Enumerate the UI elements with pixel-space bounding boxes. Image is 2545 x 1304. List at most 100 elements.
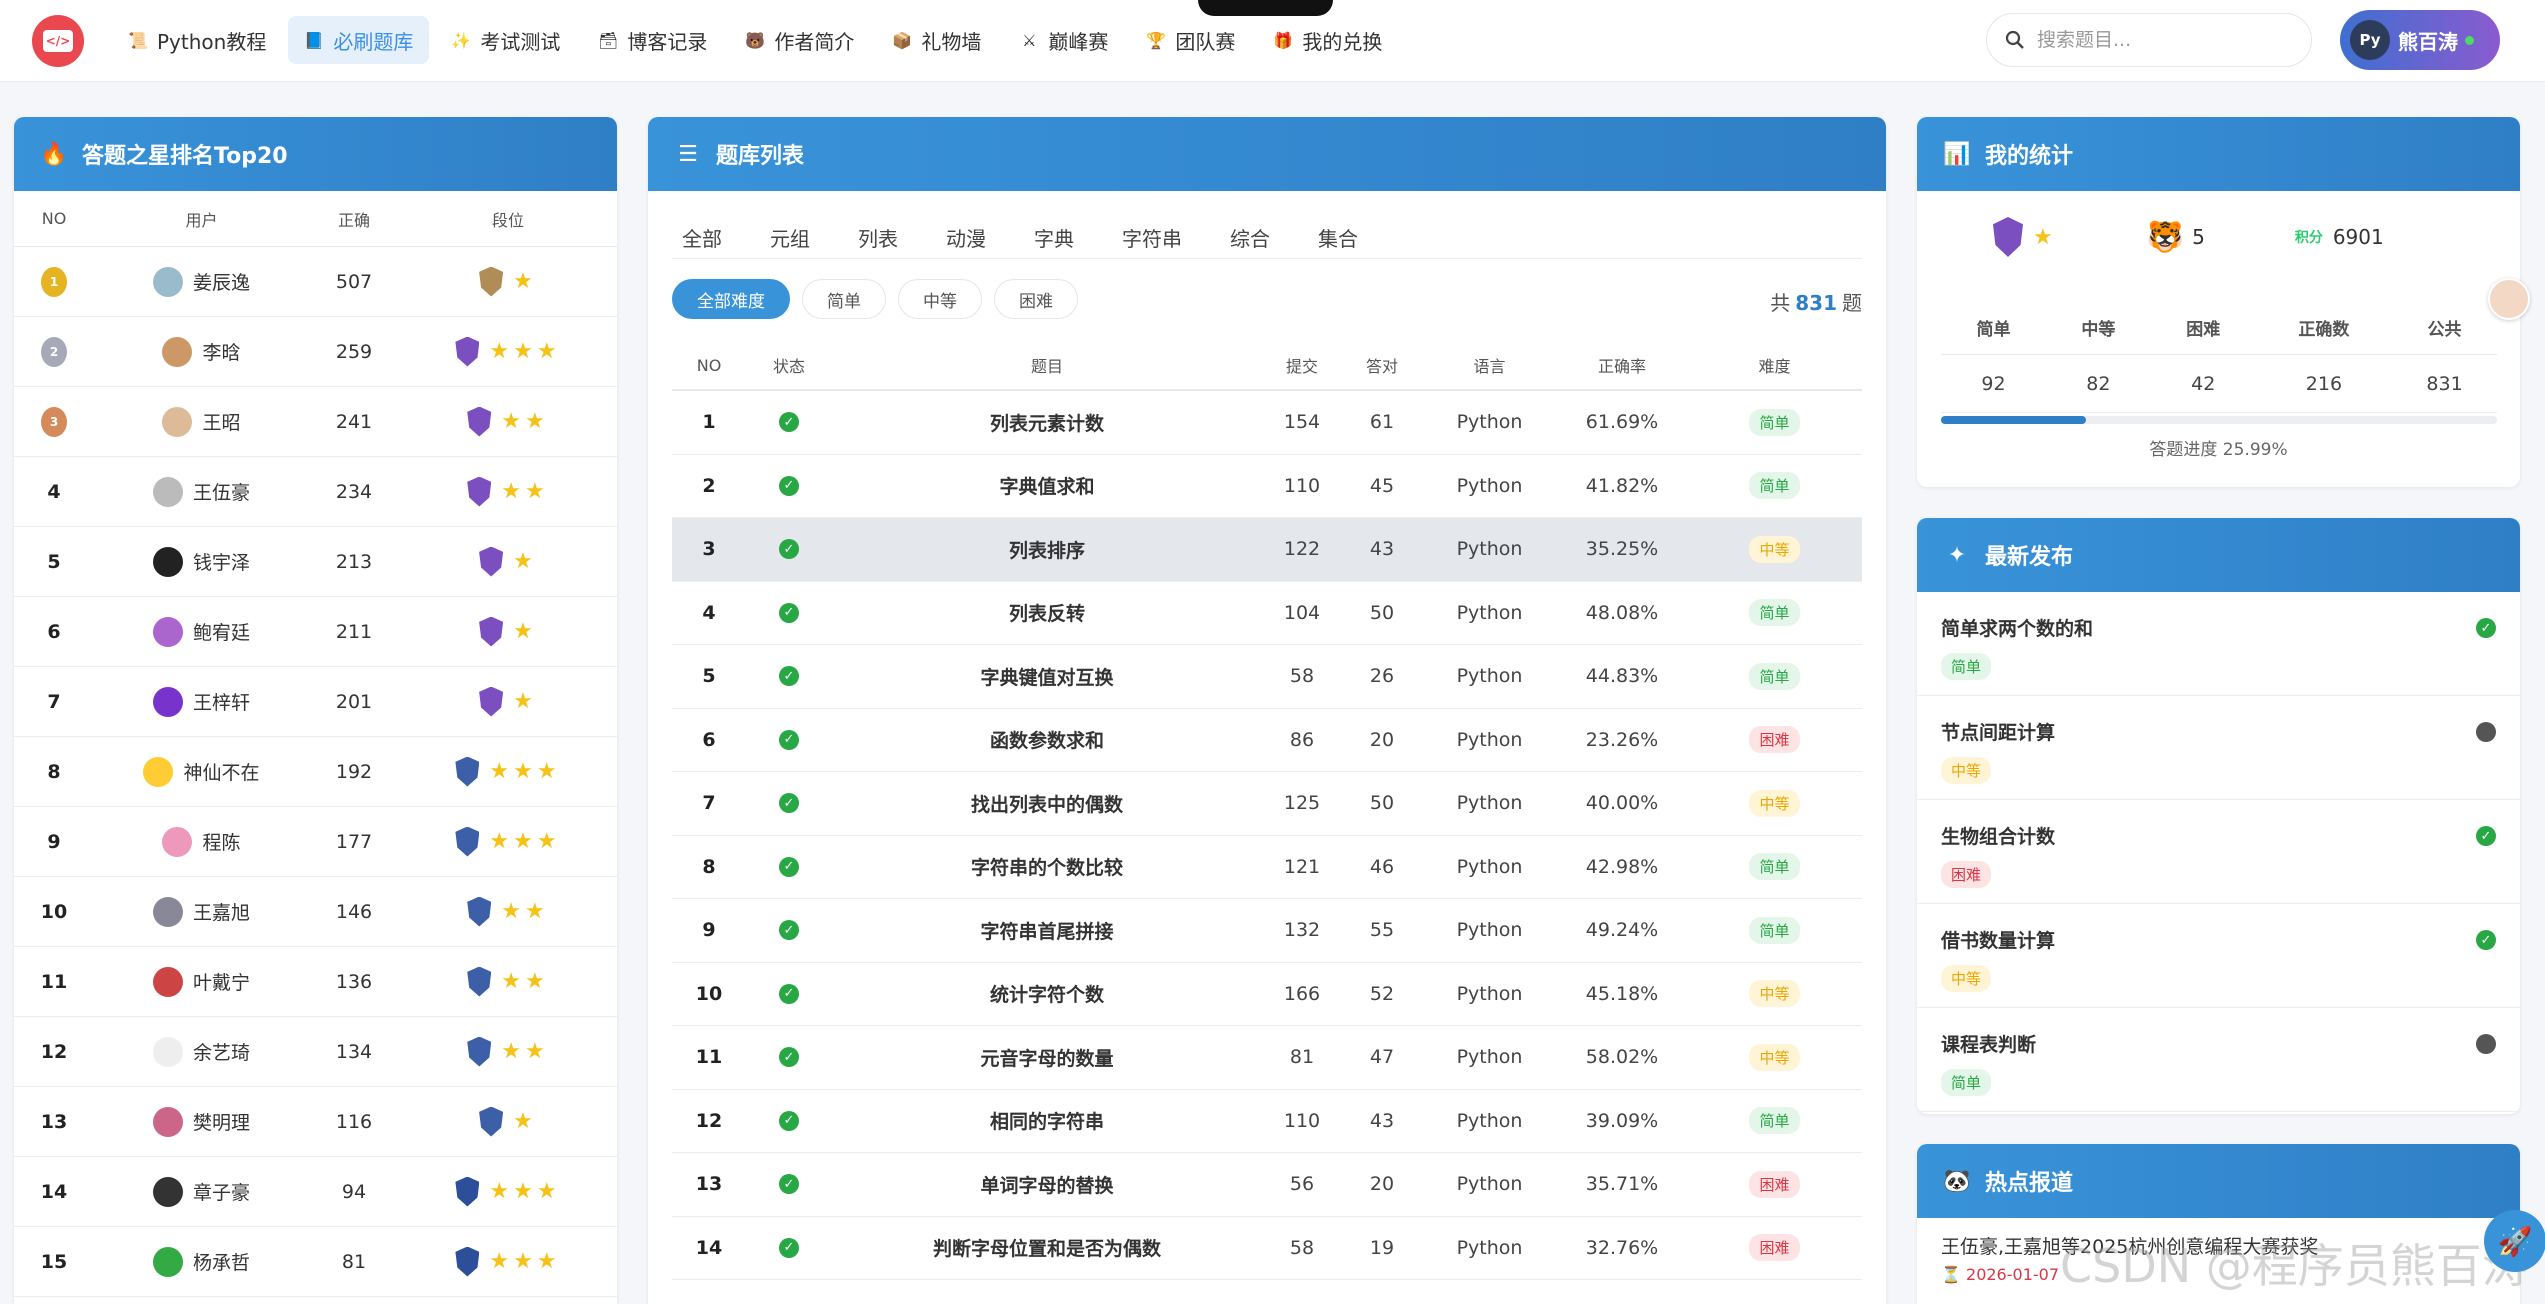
ranking-row[interactable]: 10 王嘉旭 146 ★ ★ [14, 877, 617, 947]
tab-4[interactable]: 字典 [1034, 223, 1074, 258]
rank-user[interactable]: 王昭 [94, 406, 309, 437]
ranking-row[interactable]: 11 叶戴宁 136 ★ ★ [14, 947, 617, 1017]
question-row[interactable]: 6 ✓ 函数参数求和 86 20 Python 23.26% 困难 [672, 709, 1862, 772]
rank-user[interactable]: 李晗 [94, 336, 309, 367]
question-row[interactable]: 9 ✓ 字符串首尾拼接 132 55 Python 49.24% 简单 [672, 899, 1862, 963]
question-title[interactable]: 列表反转 [832, 599, 1262, 626]
question-title[interactable]: 列表元素计数 [832, 409, 1262, 436]
question-title[interactable]: 字符串首尾拼接 [832, 917, 1262, 944]
back-to-top-button[interactable]: 🚀 [2484, 1210, 2545, 1272]
rank-user[interactable]: 姜辰逸 [94, 266, 309, 297]
ranking-row[interactable]: 15 杨承哲 81 ★ ★ ★ [14, 1227, 617, 1297]
tab-7[interactable]: 集合 [1318, 223, 1358, 258]
ranking-row[interactable]: 6 鲍宥廷 211 ★ [14, 597, 617, 667]
rank-user[interactable]: 叶戴宁 [94, 966, 309, 997]
rank-user[interactable]: 神仙不在 [94, 756, 309, 787]
ranking-row[interactable]: 5 钱宇泽 213 ★ [14, 527, 617, 597]
rank-user[interactable]: 鲍宥廷 [94, 616, 309, 647]
rank-user[interactable]: 章子豪 [94, 1176, 309, 1207]
nav-item-7[interactable]: 🏆 团队赛 [1130, 16, 1251, 64]
question-row[interactable]: 3 ✓ 列表排序 122 43 Python 35.25% 中等 [672, 518, 1862, 582]
question-title[interactable]: 列表排序 [832, 536, 1262, 563]
check-circle-icon: ✓ [779, 856, 799, 877]
site-logo[interactable]: </> [32, 15, 84, 67]
filter-button-2[interactable]: 中等 [898, 279, 982, 319]
latest-item[interactable]: 生物组合计数 困难 ✓ [1917, 800, 2520, 904]
rank-user[interactable]: 杨承哲 [94, 1246, 309, 1277]
question-row[interactable]: 12 ✓ 相同的字符串 110 43 Python 39.09% 简单 [672, 1090, 1862, 1153]
rank-user[interactable]: 樊明理 [94, 1106, 309, 1137]
question-row[interactable]: 5 ✓ 字典键值对互换 58 26 Python 44.83% 简单 [672, 645, 1862, 709]
nav-menu: 📜 Python教程 📘 必刷题库 ✨ 考试测试 🗃 博客记录 🐻 作者简介 📦 礼物墙 ⚔ 巅峰赛 🏆 团队… [112, 16, 1404, 64]
question-title[interactable]: 找出列表中的偶数 [832, 790, 1262, 817]
ranking-row[interactable]: 8 神仙不在 192 ★ ★ ★ [14, 737, 617, 807]
ranking-row[interactable]: 14 章子豪 94 ★ ★ ★ [14, 1157, 617, 1227]
ranking-row[interactable]: 2 李晗 259 ★ ★ ★ [14, 317, 617, 387]
question-row[interactable]: 8 ✓ 字符串的个数比较 121 46 Python 42.98% 简单 [672, 836, 1862, 899]
nav-item-4[interactable]: 🐻 作者简介 [729, 16, 870, 64]
rank-user[interactable]: 王梓轩 [94, 686, 309, 717]
question-row[interactable]: 13 ✓ 单词字母的替换 56 20 Python 35.71% 困难 [672, 1153, 1862, 1217]
question-title[interactable]: 函数参数求和 [832, 726, 1262, 753]
filter-button-3[interactable]: 困难 [994, 279, 1078, 319]
rank-user[interactable]: 王嘉旭 [94, 896, 309, 927]
rank-user[interactable]: 余艺琦 [94, 1036, 309, 1067]
tab-6[interactable]: 综合 [1230, 223, 1270, 258]
question-title[interactable]: 字典值求和 [832, 472, 1262, 499]
rank-user[interactable]: 钱宇泽 [94, 546, 309, 577]
search-input[interactable] [2037, 29, 2287, 51]
ranking-row[interactable]: 13 樊明理 116 ★ [14, 1087, 617, 1157]
question-title[interactable]: 单词字母的替换 [832, 1171, 1262, 1198]
question-status: ✓ [746, 1110, 832, 1131]
nav-item-6[interactable]: ⚔ 巅峰赛 [1003, 16, 1124, 64]
question-title[interactable]: 字符串的个数比较 [832, 853, 1262, 880]
question-row[interactable]: 2 ✓ 字典值求和 110 45 Python 41.82% 简单 [672, 455, 1862, 518]
question-row[interactable]: 7 ✓ 找出列表中的偶数 125 50 Python 40.00% 中等 [672, 772, 1862, 836]
rank-user[interactable]: 程陈 [94, 826, 309, 857]
python-avatar-icon: Py [2350, 20, 2390, 60]
ranking-row[interactable]: 7 王梓轩 201 ★ [14, 667, 617, 737]
tab-5[interactable]: 字符串 [1122, 223, 1182, 258]
tab-3[interactable]: 动漫 [946, 223, 986, 258]
tab-0[interactable]: 全部 [682, 223, 722, 258]
nav-item-5[interactable]: 📦 礼物墙 [876, 16, 997, 64]
ranking-row[interactable]: 4 王伍豪 234 ★ ★ [14, 457, 617, 527]
question-title[interactable]: 判断字母位置和是否为偶数 [832, 1234, 1262, 1261]
star-icon: ★ [525, 1039, 545, 1064]
filter-button-0[interactable]: 全部难度 [672, 279, 790, 319]
ranking-row[interactable]: 12 余艺琦 134 ★ ★ [14, 1017, 617, 1087]
nav-item-0[interactable]: 📜 Python教程 [112, 16, 282, 64]
question-row[interactable]: 1 ✓ 列表元素计数 154 61 Python 61.69% 简单 [672, 391, 1862, 455]
filter-button-1[interactable]: 简单 [802, 279, 886, 319]
question-row[interactable]: 4 ✓ 列表反转 104 50 Python 48.08% 简单 [672, 582, 1862, 645]
question-title[interactable]: 元音字母的数量 [832, 1044, 1262, 1071]
user-menu[interactable]: Py 熊百涛 [2340, 10, 2500, 70]
question-title[interactable]: 统计字符个数 [832, 980, 1262, 1007]
question-row[interactable]: 11 ✓ 元音字母的数量 81 47 Python 58.02% 中等 [672, 1026, 1862, 1090]
nav-item-1[interactable]: 📘 必刷题库 [288, 16, 430, 64]
question-title[interactable]: 字典键值对互换 [832, 663, 1262, 690]
search-box[interactable] [1986, 13, 2312, 67]
star-icon: ★ [536, 1179, 557, 1204]
tab-1[interactable]: 元组 [770, 223, 810, 258]
nav-item-3[interactable]: 🗃 博客记录 [582, 16, 723, 64]
latest-item[interactable]: 课程表判断 简单 [1917, 1008, 2520, 1112]
nav-item-2[interactable]: ✨ 考试测试 [435, 16, 576, 64]
ranking-row[interactable]: 9 程陈 177 ★ ★ ★ [14, 807, 617, 877]
latest-item[interactable]: 节点间距计算 中等 [1917, 696, 2520, 800]
ranking-row[interactable]: 1 姜辰逸 507 ★ [14, 247, 617, 317]
rank-number: 7 [47, 690, 61, 713]
nav-item-8[interactable]: 🎁 我的兑换 [1257, 16, 1398, 64]
question-row[interactable]: 14 ✓ 判断字母位置和是否为偶数 58 19 Python 32.76% 困难 [672, 1217, 1862, 1280]
check-circle-icon: ✓ [2476, 930, 2496, 950]
ranking-row[interactable]: 3 王昭 241 ★ ★ [14, 387, 617, 457]
latest-item[interactable]: 借书数量计算 中等 ✓ [1917, 904, 2520, 1008]
correct-count: 94 [341, 1180, 367, 1203]
rank-user[interactable]: 王伍豪 [94, 476, 309, 507]
floating-avatar[interactable] [2488, 278, 2530, 320]
latest-items: 简单求两个数的和 简单 ✓ 节点间距计算 中等 生物组合计数 困难 ✓ 借书数量计算 中等 ✓ 课程表… [1917, 592, 2520, 1112]
question-row[interactable]: 10 ✓ 统计字符个数 166 52 Python 45.18% 中等 [672, 963, 1862, 1026]
tab-2[interactable]: 列表 [858, 223, 898, 258]
question-title[interactable]: 相同的字符串 [832, 1107, 1262, 1134]
latest-item[interactable]: 简单求两个数的和 简单 ✓ [1917, 592, 2520, 696]
